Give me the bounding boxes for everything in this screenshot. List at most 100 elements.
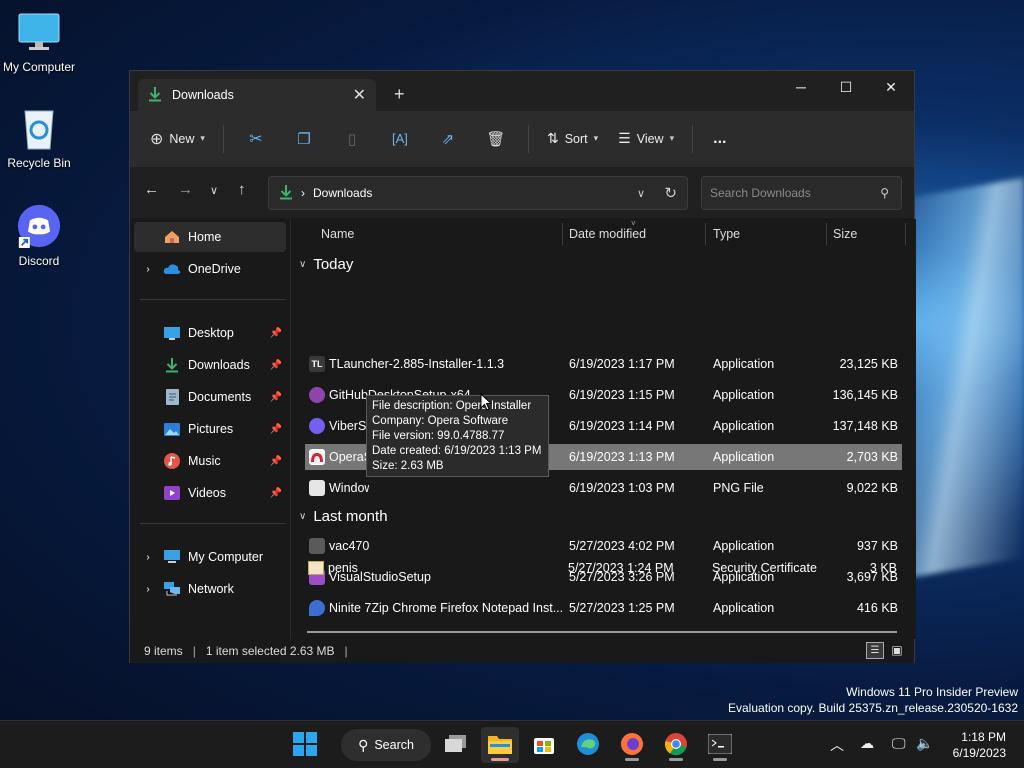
desktop-icon-discord[interactable]: Discord [0, 204, 78, 268]
desktop-icon-label: My Computer [2, 60, 76, 74]
pin-icon[interactable]: 📌 [270, 488, 282, 499]
horizontal-scrollbar[interactable] [307, 631, 897, 633]
sidebar-item-downloads[interactable]: Downloads 📌 [134, 350, 286, 380]
sidebar-item-videos[interactable]: Videos 📌 [134, 478, 286, 508]
column-divider[interactable] [905, 223, 906, 245]
chevron-right-icon[interactable]: › [134, 584, 162, 595]
sidebar-item-desktop[interactable]: Desktop 📌 [134, 318, 286, 348]
sidebar-item-label: Music [188, 454, 221, 468]
close-tab-icon[interactable]: ✕ [353, 85, 366, 105]
share-icon: ⇗ [441, 130, 455, 148]
breadcrumb-downloads[interactable]: Downloads [313, 186, 372, 200]
volume-icon[interactable]: 🔈 [916, 735, 933, 752]
pin-icon[interactable]: 📌 [270, 360, 282, 371]
taskbar-firefox[interactable] [613, 727, 651, 763]
table-row[interactable]: penis 5/27/2023 1:24 PM Security Certifi… [303, 556, 900, 580]
sort-icon: ⇅ [546, 130, 559, 146]
new-button[interactable]: ⊕ New ▾ [142, 123, 215, 155]
column-label: Name [321, 227, 355, 241]
pin-icon[interactable]: 📌 [270, 328, 282, 339]
document-icon [162, 389, 182, 405]
chevron-right-icon[interactable]: › [134, 552, 162, 563]
chevron-right-icon[interactable]: › [134, 264, 162, 275]
maximize-button[interactable]: ☐ [823, 71, 869, 103]
sidebar-item-onedrive[interactable]: › OneDrive [134, 254, 286, 284]
recent-locations-button[interactable]: ∨ [210, 184, 218, 197]
file-type: Application [713, 419, 775, 433]
taskbar-search-button[interactable]: ⚲ Search [341, 729, 431, 761]
taskbar-terminal[interactable] [701, 727, 739, 763]
sidebar-item-music[interactable]: Music 📌 [134, 446, 286, 476]
file-date: 6/19/2023 1:17 PM [569, 357, 675, 371]
file-name: penis [328, 561, 358, 575]
new-tab-button[interactable]: + [394, 84, 405, 105]
desktop-icon [162, 325, 182, 341]
sidebar-item-pictures[interactable]: Pictures 📌 [134, 414, 286, 444]
more-options-button[interactable]: ... [701, 123, 738, 155]
share-button[interactable]: ⇗ [424, 123, 472, 155]
image-file-icon [309, 480, 325, 496]
pin-icon[interactable]: 📌 [270, 392, 282, 403]
up-button[interactable]: ↑ [238, 181, 246, 198]
forward-button[interactable]: → [178, 181, 193, 198]
column-divider[interactable] [705, 223, 706, 245]
back-button[interactable]: ← [144, 181, 159, 198]
column-header-name[interactable]: Name [321, 219, 354, 249]
github-desktop-icon [309, 387, 325, 403]
close-window-button[interactable]: ✕ [868, 71, 914, 103]
refresh-icon[interactable]: ↻ [664, 184, 677, 202]
music-icon [162, 453, 182, 469]
pin-icon[interactable]: 📌 [270, 424, 282, 435]
rename-button[interactable]: [A] [376, 123, 424, 155]
network-icon [162, 581, 182, 597]
task-view-button[interactable] [437, 727, 475, 763]
minimize-button[interactable]: ─ [778, 71, 824, 103]
copy-icon: ❐ [297, 130, 311, 148]
onedrive-offline-icon[interactable]: ☁ [860, 735, 874, 752]
taskbar-microsoft-store[interactable] [525, 727, 563, 763]
column-label: Size [833, 227, 858, 241]
clock[interactable]: 1:18 PM 6/19/2023 [953, 729, 1006, 761]
paste-button[interactable]: ▯ [328, 123, 376, 155]
group-header-today[interactable]: ∨ Today [299, 256, 353, 273]
desktop-icon-my-computer[interactable]: My Computer [0, 10, 78, 74]
recycle-bin-icon [17, 106, 61, 150]
start-button[interactable] [286, 727, 324, 763]
search-input[interactable]: Search Downloads ⚲ [701, 176, 902, 210]
taskbar-chrome[interactable] [657, 727, 695, 763]
cut-button[interactable]: ✂ [232, 123, 280, 155]
sidebar-item-network[interactable]: › Network [134, 574, 286, 604]
sidebar-item-home[interactable]: Home [134, 222, 286, 252]
file-date: 6/19/2023 1:14 PM [569, 419, 675, 433]
column-divider[interactable] [826, 223, 827, 245]
show-hidden-icons-chevron-icon[interactable]: ︿ [830, 735, 844, 755]
sidebar-item-my-computer[interactable]: › My Computer [134, 542, 286, 572]
column-divider[interactable] [562, 223, 563, 245]
edge-icon [576, 732, 600, 759]
chrome-icon [664, 732, 688, 759]
details-view-icon[interactable]: ☰ [866, 642, 884, 659]
taskbar-file-explorer[interactable] [481, 727, 519, 763]
watermark-line-1: Windows 11 Pro Insider Preview [846, 685, 1018, 699]
column-header-type[interactable]: Type [713, 219, 740, 249]
large-icons-view-icon[interactable]: ▣ [888, 642, 906, 659]
copy-button[interactable]: ❐ [280, 123, 328, 155]
group-header-last-month[interactable]: ∨ Last month [299, 508, 388, 525]
table-row[interactable]: Windows 6/19/2023 1:03 PM PNG File 9,022… [305, 475, 902, 501]
address-history-chevron-icon[interactable]: ∨ [637, 187, 645, 200]
taskbar-edge[interactable] [569, 727, 607, 763]
view-button[interactable]: ☰ View ▾ [608, 123, 684, 155]
column-header-size[interactable]: Size [833, 219, 857, 249]
network-status-icon[interactable]: 🖵 [892, 735, 906, 752]
table-row[interactable]: TL TLauncher-2.885-Installer-1.1.3 6/19/… [305, 351, 902, 377]
table-row[interactable]: Ninite 7Zip Chrome Firefox Notepad Inst.… [305, 595, 902, 621]
desktop-icon-recycle-bin[interactable]: Recycle Bin [0, 106, 78, 170]
delete-button[interactable]: 🗑 [472, 123, 520, 155]
pin-icon[interactable]: 📌 [270, 456, 282, 467]
tab-downloads[interactable]: Downloads ✕ [138, 79, 376, 111]
sidebar-item-documents[interactable]: Documents 📌 [134, 382, 286, 412]
file-type: Application [713, 388, 775, 402]
sort-button[interactable]: ⇅ Sort ▾ [537, 123, 608, 155]
file-size: 136,145 KB [832, 388, 898, 402]
address-bar[interactable]: › Downloads ∨ ↻ [268, 176, 688, 210]
